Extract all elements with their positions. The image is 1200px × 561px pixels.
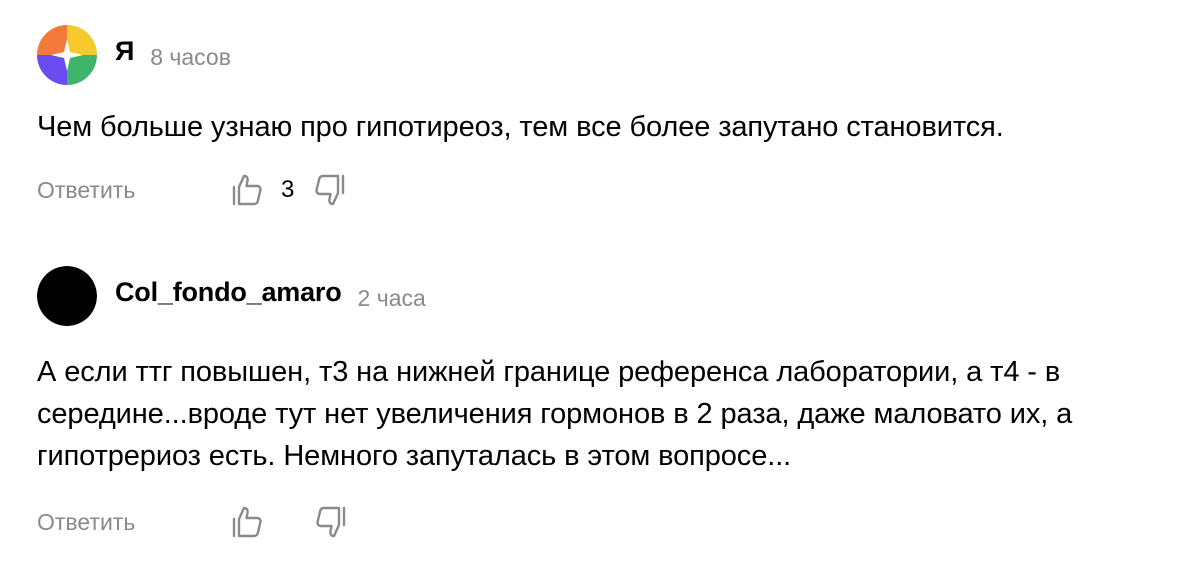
comment-text: А если ттг повышен, т3 на нижней границе… bbox=[37, 356, 1073, 472]
like-button[interactable] bbox=[227, 502, 267, 542]
comment-text: Чем больше узнаю про гипотиреоз, тем все… bbox=[37, 111, 1004, 143]
like-button[interactable] bbox=[227, 170, 267, 210]
thumbs-up-icon bbox=[232, 174, 262, 206]
thumbs-down-icon bbox=[316, 506, 346, 538]
avatar[interactable] bbox=[37, 266, 97, 326]
dislike-button[interactable] bbox=[311, 502, 351, 542]
comment-time: 2 часа bbox=[357, 284, 426, 311]
thumbs-up-icon bbox=[232, 506, 262, 538]
comment-item: Col_fondo_amaro 2 часа А если ттг повыше… bbox=[37, 265, 1170, 542]
thumbs-down-icon bbox=[315, 174, 345, 206]
reply-button[interactable]: Ответить bbox=[37, 509, 227, 536]
comment-header: Col_fondo_amaro 2 часа bbox=[37, 265, 1170, 327]
reply-button[interactable]: Ответить bbox=[37, 177, 227, 204]
comment-actions: Ответить 3 bbox=[37, 170, 1170, 210]
likes-count: 3 bbox=[281, 176, 295, 203]
comment-author[interactable]: Col_fondo_amaro bbox=[115, 277, 342, 308]
yandex-colorful-avatar-icon bbox=[37, 25, 97, 85]
comment-header: Я 8 часов bbox=[37, 24, 1170, 86]
comment-item: Я 8 часов Чем больше узнаю про гипотирео… bbox=[37, 24, 1170, 210]
black-circle-avatar-icon bbox=[37, 266, 97, 326]
avatar[interactable] bbox=[37, 25, 97, 85]
comment-time: 8 часов bbox=[150, 43, 231, 70]
comment-author[interactable]: Я bbox=[115, 36, 134, 67]
dislike-button[interactable] bbox=[310, 170, 350, 210]
comment-actions: Ответить bbox=[37, 502, 1170, 542]
